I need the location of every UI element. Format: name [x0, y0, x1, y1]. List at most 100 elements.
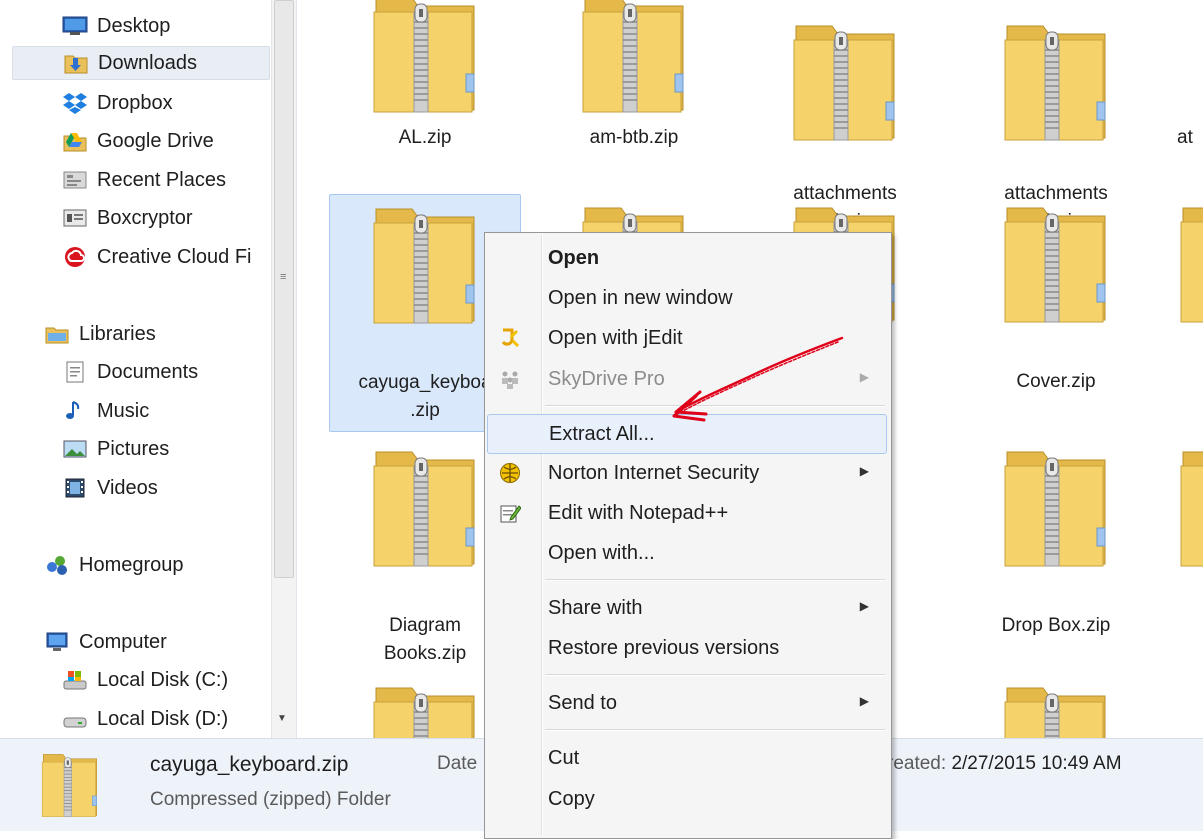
zip-folder-icon — [40, 749, 100, 821]
file-tile[interactable] — [961, 680, 1151, 738]
menu-separator — [545, 405, 885, 407]
file-tile-partial[interactable] — [1177, 444, 1203, 574]
menu-item-label: Open — [548, 247, 600, 269]
file-name: at — [1177, 127, 1193, 148]
nav-item-homegroup[interactable]: Homegroup — [44, 548, 184, 582]
nav-scrollbar[interactable]: ≡ ▼ — [271, 0, 296, 738]
zip-folder-icon — [370, 0, 480, 118]
nav-item-videos[interactable]: Videos — [62, 471, 158, 505]
recent-places-icon — [62, 167, 88, 193]
nav-item-music[interactable]: Music — [62, 394, 149, 428]
menu-item-open[interactable]: Open — [487, 239, 887, 277]
skydrive-pro-icon — [499, 368, 521, 390]
nav-item-label: Google Drive — [97, 129, 214, 152]
nav-item-google-drive[interactable]: Google Drive — [62, 124, 214, 158]
menu-item-open-with-jedit[interactable]: Open with jEdit — [487, 319, 887, 357]
jedit-icon — [499, 327, 521, 349]
norton-icon — [499, 462, 521, 484]
menu-item-restore-previous[interactable]: Restore previous versions — [487, 629, 887, 667]
nav-item-boxcryptor[interactable]: Boxcryptor — [62, 201, 193, 235]
menu-item-label: Share with — [548, 597, 643, 619]
libraries-icon — [44, 321, 70, 347]
menu-item-label: Extract All... — [549, 423, 655, 445]
nav-item-recent-places[interactable]: Recent Places — [62, 163, 226, 197]
local-disk-c-icon — [62, 667, 88, 693]
menu-item-open-with[interactable]: Open with... — [487, 534, 887, 572]
submenu-arrow-icon: ▶ — [859, 599, 869, 613]
submenu-arrow-icon: ▶ — [859, 464, 869, 478]
scroll-down-arrow-icon[interactable]: ▼ — [277, 713, 289, 724]
nav-item-pictures[interactable]: Pictures — [62, 432, 169, 466]
nav-item-label: Recent Places — [97, 168, 226, 191]
submenu-arrow-icon: ▶ — [859, 694, 869, 708]
navigation-pane: Desktop Downloads Dropbox Google Drive R… — [0, 0, 297, 738]
nav-item-label: Computer — [79, 630, 167, 653]
music-icon — [62, 398, 88, 424]
menu-item-label: Restore previous versions — [548, 637, 780, 659]
menu-item-label: Open with jEdit — [548, 327, 683, 349]
boxcryptor-icon — [62, 205, 88, 231]
menu-item-copy[interactable]: Copy — [487, 780, 887, 818]
menu-item-open-new-window[interactable]: Open in new window — [487, 279, 887, 317]
nav-item-label: Libraries — [79, 322, 156, 345]
zip-folder-icon — [1001, 18, 1111, 146]
file-name: am-btb.zip — [589, 127, 679, 148]
file-tile[interactable]: Drop Box.zip — [961, 438, 1151, 640]
zip-folder-icon — [790, 18, 900, 146]
nav-item-downloads[interactable]: Downloads — [12, 46, 270, 80]
file-name: Drop Box.zip — [1001, 615, 1111, 636]
details-created-label: reated: — [887, 753, 947, 774]
nav-item-label: Music — [97, 399, 150, 422]
pictures-icon — [62, 436, 88, 462]
file-tile[interactable]: am-btb.zip — [539, 0, 729, 152]
computer-icon — [44, 629, 70, 655]
nav-item-libraries[interactable]: Libraries — [44, 317, 156, 351]
zip-folder-icon — [370, 201, 480, 329]
menu-item-skydrive-pro[interactable]: SkyDrive Pro ▶ — [487, 360, 887, 398]
nav-item-local-disk-d[interactable]: Local Disk (D:) — [62, 702, 228, 736]
menu-item-norton[interactable]: Norton Internet Security ▶ — [487, 454, 887, 492]
menu-item-extract-all[interactable]: Extract All... — [487, 414, 887, 454]
nav-item-label: Dropbox — [97, 91, 173, 114]
google-drive-icon — [62, 128, 88, 154]
menu-item-label: Cut — [548, 747, 580, 769]
file-tile[interactable]: Cover.zip — [961, 194, 1151, 396]
nav-item-computer[interactable]: Computer — [44, 625, 167, 659]
nav-item-label: Pictures — [97, 437, 170, 460]
nav-item-label: Desktop — [97, 14, 171, 37]
creative-cloud-icon — [62, 244, 88, 270]
context-menu: Open Open in new window Open with jEdit … — [484, 232, 892, 839]
zip-folder-icon — [1001, 444, 1111, 572]
nav-item-documents[interactable]: Documents — [62, 355, 198, 389]
file-tile[interactable]: AL.zip — [330, 0, 520, 152]
nav-item-label: Documents — [97, 360, 199, 383]
nav-item-label: Boxcryptor — [97, 206, 193, 229]
menu-item-edit-notepadpp[interactable]: Edit with Notepad++ — [487, 494, 887, 532]
zip-folder-icon — [370, 680, 480, 738]
nav-item-dropbox[interactable]: Dropbox — [62, 86, 173, 120]
nav-item-local-disk-c[interactable]: Local Disk (C:) — [62, 663, 228, 697]
homegroup-icon — [44, 552, 70, 578]
file-tile[interactable]: at — [1177, 124, 1203, 152]
menu-separator — [545, 729, 885, 731]
menu-item-label: SkyDrive Pro — [548, 368, 665, 390]
menu-item-label: Open in new window — [548, 287, 733, 309]
menu-item-send-to[interactable]: Send to ▶ — [487, 684, 887, 722]
details-file-type: Compressed (zipped) Folder — [150, 789, 391, 810]
nav-item-desktop[interactable]: Desktop — [62, 9, 170, 43]
nav-item-label: Homegroup — [79, 553, 184, 576]
nav-item-label: Videos — [97, 476, 158, 499]
menu-item-label: Copy — [548, 788, 595, 810]
menu-item-cut[interactable]: Cut — [487, 739, 887, 777]
videos-icon — [62, 475, 88, 501]
menu-item-label: Edit with Notepad++ — [548, 502, 729, 524]
menu-item-label: Send to — [548, 692, 617, 714]
zip-folder-icon — [579, 0, 689, 118]
nav-item-creative-cloud[interactable]: Creative Cloud Fi — [62, 240, 252, 274]
file-tile-partial[interactable] — [1177, 200, 1203, 330]
menu-separator — [545, 579, 885, 581]
nav-scrollbar-thumb[interactable]: ≡ — [274, 0, 294, 578]
menu-item-share-with[interactable]: Share with ▶ — [487, 589, 887, 627]
menu-separator — [545, 674, 885, 676]
details-created-value: 2/27/2015 10:49 AM — [951, 753, 1122, 774]
